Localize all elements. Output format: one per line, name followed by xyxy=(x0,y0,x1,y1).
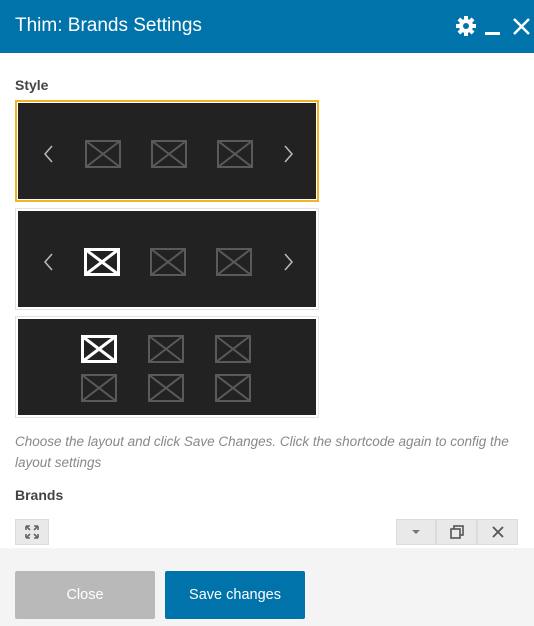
expand-button[interactable] xyxy=(15,519,49,545)
expand-icon xyxy=(25,525,39,539)
dialog-content: Style Choose the layout and click Save C… xyxy=(0,53,534,548)
style-hint-text: Choose the layout and click Save Changes… xyxy=(15,434,509,470)
image-placeholder-icon xyxy=(215,374,251,402)
close-button[interactable]: Close xyxy=(15,571,155,619)
arrow-left-icon xyxy=(44,145,53,163)
image-placeholder-icon xyxy=(85,140,121,168)
image-placeholder-icon xyxy=(150,248,186,276)
dialog-footer: Close Save changes xyxy=(0,548,534,626)
remove-button[interactable] xyxy=(477,519,518,545)
clone-button[interactable] xyxy=(436,519,477,545)
image-placeholder-icon xyxy=(151,140,187,168)
dialog-title: Thim: Brands Settings xyxy=(15,15,202,36)
image-placeholder-icon xyxy=(81,374,117,402)
arrow-right-icon xyxy=(284,145,293,163)
image-placeholder-icon xyxy=(217,140,253,168)
dialog-titlebar: Thim: Brands Settings xyxy=(0,0,534,53)
gear-icon[interactable] xyxy=(455,14,477,38)
style-label: Style xyxy=(15,77,49,93)
image-placeholder-icon xyxy=(81,335,117,363)
save-changes-button[interactable]: Save changes xyxy=(165,571,305,619)
arrow-right-icon xyxy=(284,253,293,271)
image-placeholder-icon xyxy=(148,374,184,402)
style-preview-3 xyxy=(18,319,316,415)
brands-label: Brands xyxy=(15,487,64,503)
clone-icon xyxy=(449,525,464,539)
style-option-3[interactable] xyxy=(15,316,319,418)
minimize-icon[interactable] xyxy=(482,14,504,38)
image-placeholder-icon xyxy=(216,248,252,276)
style-option-2[interactable] xyxy=(15,208,319,310)
close-icon[interactable] xyxy=(511,14,533,38)
caret-down-icon xyxy=(412,530,420,534)
image-placeholder-icon xyxy=(148,335,184,363)
remove-icon xyxy=(491,526,504,538)
image-placeholder-icon xyxy=(215,335,251,363)
style-preview-1 xyxy=(18,103,316,199)
arrow-left-icon xyxy=(44,253,53,271)
style-option-1[interactable] xyxy=(15,100,319,202)
style-preview-2 xyxy=(18,211,316,307)
dropdown-button[interactable] xyxy=(396,519,436,545)
image-placeholder-icon xyxy=(84,248,120,276)
